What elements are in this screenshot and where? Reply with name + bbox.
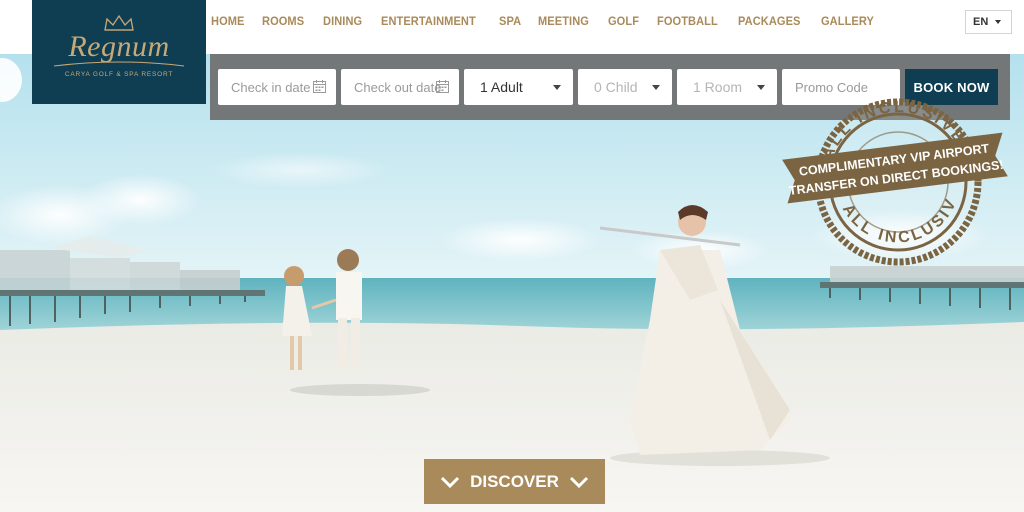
badge-graphic: ALL INCLUSIVE ALL INCLUSIVE COMPLIMENTAR…: [771, 73, 1008, 266]
caret-down-icon: [757, 85, 765, 90]
discover-button[interactable]: DISCOVER: [424, 459, 605, 504]
nav-spa[interactable]: SPA: [499, 14, 521, 28]
nav-entertainment[interactable]: ENTERTAINMENT: [381, 14, 476, 28]
chevron-down-icon: [569, 476, 588, 488]
language-select[interactable]: EN: [965, 10, 1012, 34]
nav-meeting[interactable]: MEETING: [538, 14, 589, 28]
adults-select[interactable]: 1 Adult: [464, 69, 573, 105]
logo-brand-name: Regnum: [68, 30, 170, 63]
caret-down-icon: [553, 85, 561, 90]
discover-label: DISCOVER: [470, 471, 559, 491]
check-out-placeholder: Check out date: [354, 79, 442, 95]
site-logo[interactable]: Regnum CARYA GOLF & SPA RESORT: [32, 0, 206, 104]
adults-value: 1 Adult: [480, 79, 523, 95]
rooms-value: 1 Room: [693, 79, 743, 95]
all-inclusive-badge[interactable]: ALL INCLUSIVE ALL INCLUSIVE COMPLIMENTAR…: [771, 73, 1012, 266]
language-value: EN: [973, 16, 989, 28]
check-out-field[interactable]: Check out date: [341, 69, 459, 105]
logo-tagline: CARYA GOLF & SPA RESORT: [64, 71, 174, 78]
check-in-placeholder: Check in date: [231, 79, 311, 95]
logo-swoosh: [53, 61, 185, 67]
nav-dining[interactable]: DINING: [323, 14, 362, 28]
calendar-icon: [313, 80, 326, 93]
children-value: 0 Child: [594, 79, 638, 95]
check-in-field[interactable]: Check in date: [218, 69, 336, 105]
children-select[interactable]: 0 Child: [578, 69, 672, 105]
nav-packages[interactable]: PACKAGES: [738, 14, 800, 28]
caret-down-icon: [995, 20, 1002, 24]
nav-gallery[interactable]: GALLERY: [821, 14, 874, 28]
main-menu: HOME ROOMS DINING ENTERTAINMENT SPA MEET…: [211, 14, 894, 28]
rooms-select[interactable]: 1 Room: [677, 69, 777, 105]
caret-down-icon: [652, 85, 660, 90]
nav-rooms[interactable]: ROOMS: [262, 14, 304, 28]
chevron-down-icon: [441, 476, 460, 488]
calendar-icon: [436, 80, 449, 93]
nav-football[interactable]: FOOTBALL: [657, 14, 718, 28]
nav-golf[interactable]: GOLF: [608, 14, 639, 28]
nav-home[interactable]: HOME: [211, 14, 244, 28]
